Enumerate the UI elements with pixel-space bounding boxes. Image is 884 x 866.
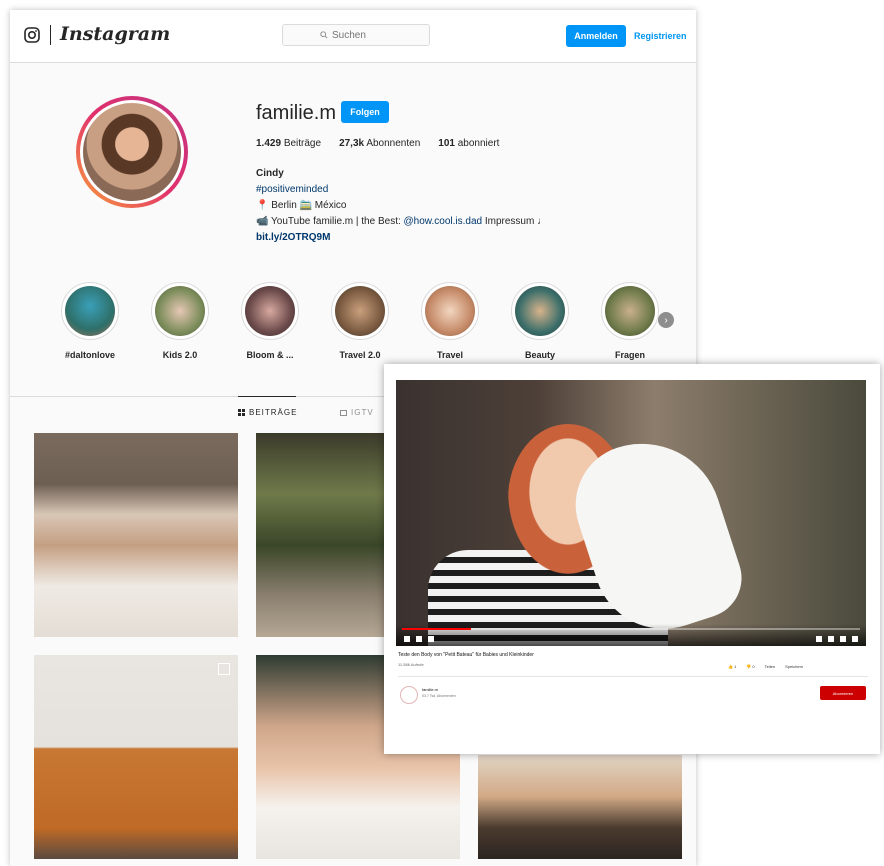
channel-avatar[interactable] xyxy=(400,686,418,704)
like-button[interactable]: 👍 1 xyxy=(728,664,736,669)
player-left-controls xyxy=(404,636,434,642)
instagram-header: Instagram Anmelden Registrieren xyxy=(10,10,696,63)
video-title: Teste den Body von "Petit Bateau" für Ba… xyxy=(398,652,534,658)
share-button[interactable]: Teilen xyxy=(765,664,775,669)
bio-youtube-line: 📹 YouTube familie.m | the Best: @how.coo… xyxy=(256,216,548,227)
bio-website-link[interactable]: bit.ly/2OTRQ9M xyxy=(256,230,547,246)
next-icon[interactable] xyxy=(416,636,422,642)
profile-stats: 1.429 Beiträge 27,3k Abonnenten 101 abon… xyxy=(256,138,499,149)
bio-mention-link[interactable]: @how.cool.is.dad xyxy=(404,216,483,227)
post-thumbnail[interactable] xyxy=(34,433,238,637)
channel-subscribers: 53.7 Tsd. Abonnenten xyxy=(422,694,456,698)
post-thumbnail[interactable] xyxy=(34,655,238,859)
fullscreen-icon[interactable] xyxy=(852,636,858,642)
video-views: 11.586 Aufrufe xyxy=(398,662,424,667)
highlight-item[interactable]: #daltonlove xyxy=(54,282,126,360)
save-button[interactable]: Speichern xyxy=(785,664,803,669)
profile-username: familie.m xyxy=(256,102,337,124)
followers-stat[interactable]: 27,3k Abonnenten xyxy=(339,138,420,149)
settings-icon[interactable] xyxy=(816,636,822,642)
bio-location: 📍 Berlin 🚞 México xyxy=(256,200,347,211)
login-button[interactable]: Anmelden xyxy=(566,25,626,47)
video-actions: 👍 1 👎 0 Teilen Speichern xyxy=(728,664,803,669)
youtube-video-window: Teste den Body von "Petit Bateau" für Ba… xyxy=(384,364,880,754)
video-progress-bar[interactable] xyxy=(402,628,860,630)
miniplayer-icon[interactable] xyxy=(828,636,834,642)
posts-stat: 1.429 Beiträge xyxy=(256,138,322,149)
following-stat[interactable]: 101 abonniert xyxy=(438,138,499,149)
theater-icon[interactable] xyxy=(840,636,846,642)
profile-avatar[interactable] xyxy=(76,96,188,208)
bio-hashtag[interactable]: #positiveminded xyxy=(256,182,547,198)
profile-avatar-photo xyxy=(83,103,181,201)
search-input[interactable] xyxy=(332,29,392,41)
post-thumbnail[interactable] xyxy=(478,755,682,859)
play-icon[interactable] xyxy=(404,636,410,642)
search-box[interactable] xyxy=(282,24,430,46)
header-divider xyxy=(50,25,51,45)
instagram-camera-icon[interactable] xyxy=(24,27,40,43)
highlight-item[interactable]: Fragen xyxy=(594,282,666,360)
volume-icon[interactable] xyxy=(428,636,434,642)
search-icon xyxy=(320,31,328,39)
register-link[interactable]: Registrieren xyxy=(634,31,687,41)
video-player[interactable] xyxy=(396,380,866,646)
highlight-item[interactable]: Beauty xyxy=(504,282,576,360)
divider xyxy=(398,676,868,677)
multi-post-icon xyxy=(218,663,230,675)
igtv-icon xyxy=(340,410,347,416)
channel-name[interactable]: familie.m xyxy=(422,687,438,692)
subscribe-button[interactable]: Abonnieren xyxy=(820,686,866,700)
tab-posts[interactable]: BEITRÄGE xyxy=(238,408,297,417)
highlight-item[interactable]: Travel 2.0 xyxy=(324,282,396,360)
highlight-item[interactable]: Travel xyxy=(414,282,486,360)
bio-name: Cindy xyxy=(256,168,284,179)
active-tab-indicator xyxy=(238,396,296,397)
player-right-controls xyxy=(816,636,858,642)
highlight-item[interactable]: Bloom & ... xyxy=(234,282,306,360)
chevron-right-icon[interactable]: › xyxy=(658,312,674,328)
dislike-button[interactable]: 👎 0 xyxy=(746,664,754,669)
grid-icon xyxy=(238,409,245,416)
follow-button[interactable]: Folgen xyxy=(341,101,389,123)
instagram-wordmark[interactable]: Instagram xyxy=(60,23,170,45)
highlight-item[interactable]: Kids 2.0 xyxy=(144,282,216,360)
profile-bio: Cindy #positiveminded 📍 Berlin 🚞 México … xyxy=(256,166,547,246)
story-highlights: #daltonlove Kids 2.0 Bloom & ... Travel … xyxy=(54,282,694,372)
tab-igtv[interactable]: IGTV xyxy=(340,408,374,417)
video-progress-fill xyxy=(402,628,471,630)
